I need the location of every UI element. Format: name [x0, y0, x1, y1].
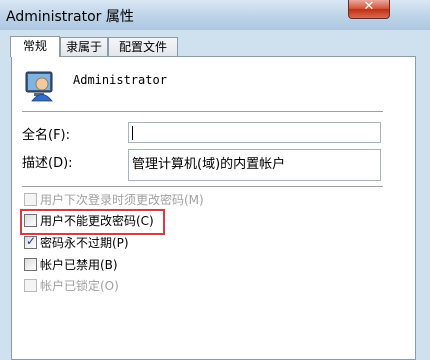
- text-caret: [132, 126, 133, 140]
- description-label: 描述(D):: [22, 156, 73, 171]
- checkbox[interactable]: [24, 193, 37, 206]
- window-title: Administrator 属性: [6, 9, 134, 25]
- close-icon: ✕: [363, 0, 375, 14]
- title-bar[interactable]: Administrator 属性 ✕: [0, 0, 430, 30]
- checkbox-label: 密码永不过期(P): [40, 236, 129, 250]
- tab-member-of[interactable]: 隶属于: [60, 37, 108, 56]
- user-name: Administrator: [73, 73, 167, 87]
- divider: [22, 186, 383, 187]
- description-value: 管理计算机(域)的内置帐户: [132, 157, 286, 172]
- fullname-label: 全名(F):: [22, 128, 71, 143]
- divider: [22, 111, 383, 112]
- checkbox-label: 帐户已禁用(B): [40, 258, 118, 272]
- checkbox[interactable]: ✓: [24, 234, 37, 249]
- description-field[interactable]: 管理计算机(域)的内置帐户: [128, 149, 381, 181]
- checkbox-label: 帐户已锁定(O): [40, 279, 119, 293]
- close-button[interactable]: ✕: [348, 0, 390, 19]
- check-mark-icon: ✓: [26, 234, 37, 248]
- tab-general[interactable]: 常规: [10, 36, 60, 57]
- fullname-field[interactable]: [128, 122, 381, 143]
- tab-profile[interactable]: 配置文件: [108, 37, 178, 56]
- checkbox[interactable]: [24, 279, 37, 292]
- user-avatar-icon: [25, 71, 53, 102]
- highlight-annotation: [20, 209, 165, 235]
- checkbox-label: 用户下次登录时须更改密码(M): [40, 193, 204, 207]
- checkbox[interactable]: [24, 258, 37, 271]
- properties-dialog: Administrator 属性 ✕ 常规 隶属于 配置文件 Administr…: [0, 0, 430, 360]
